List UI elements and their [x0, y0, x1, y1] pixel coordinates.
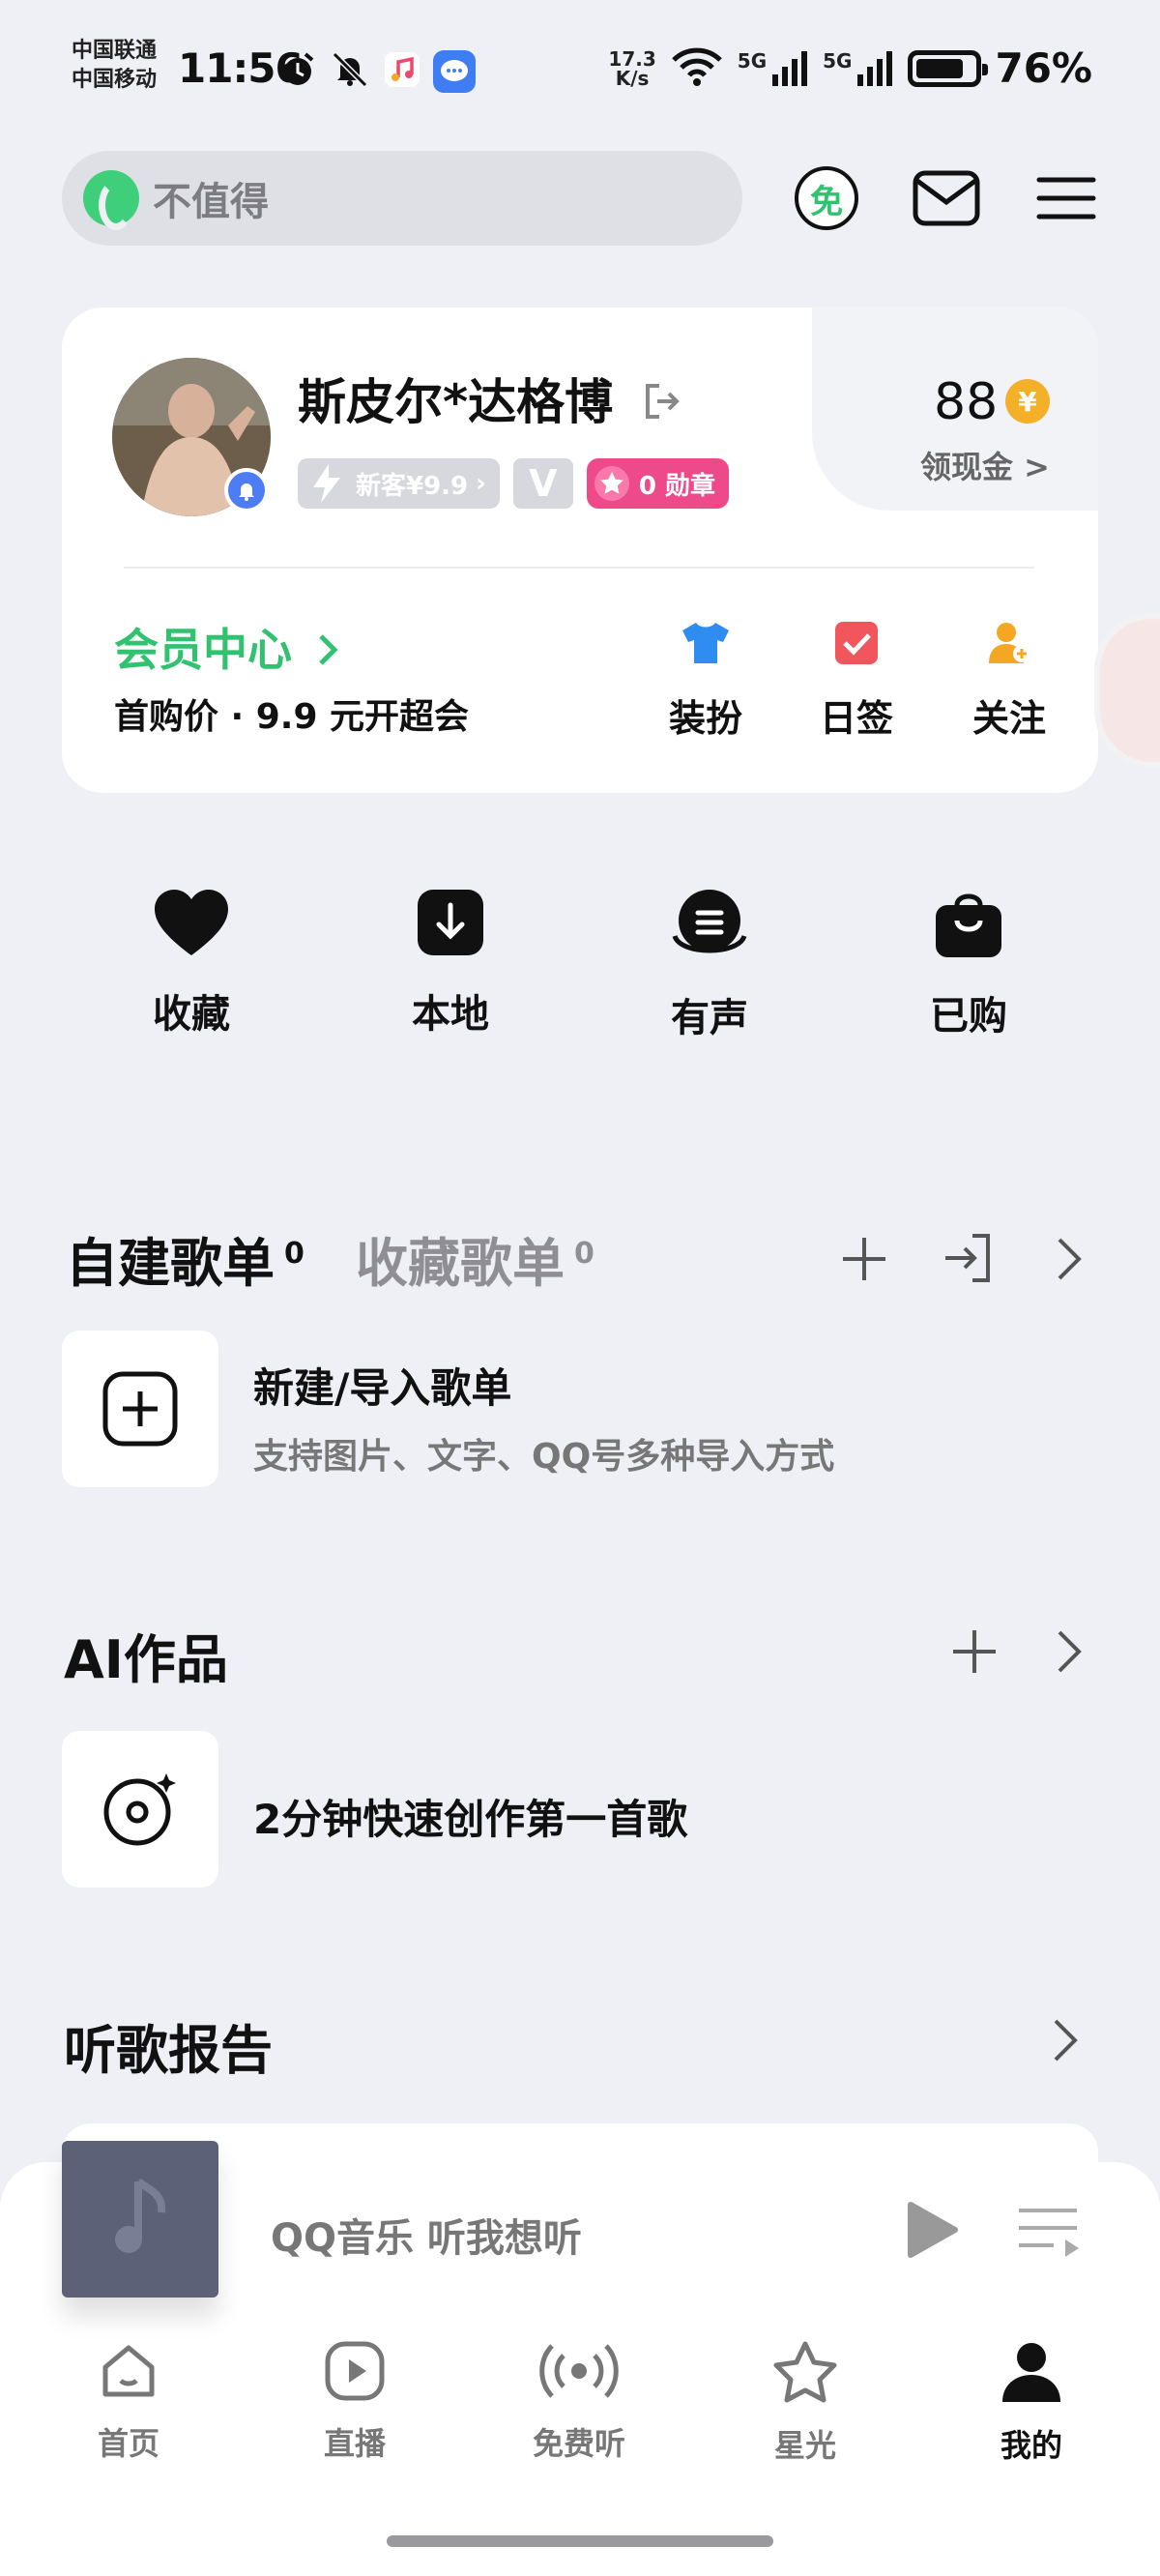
battery-percent: 76% — [995, 44, 1092, 92]
free-mode-button[interactable]: 免 — [791, 162, 862, 234]
add-playlist-icon[interactable] — [837, 1232, 891, 1290]
playlists-more-chevron-icon[interactable] — [1054, 1234, 1085, 1288]
alarm-icon — [278, 50, 317, 89]
card-divider — [124, 567, 1034, 569]
net-speed: 17.3 K/s — [608, 46, 656, 90]
ai-create-tile[interactable] — [62, 1731, 218, 1888]
favorites-button[interactable]: 收藏 — [124, 888, 259, 1039]
vip-level-badge[interactable]: V — [512, 458, 573, 509]
report-chevron-icon[interactable] — [1050, 2015, 1081, 2069]
now-playing-title: QQ音乐 听我想听 — [271, 2216, 582, 2261]
get-cash-link[interactable]: 领现金 > — [920, 443, 1050, 487]
mute-bell-icon — [331, 50, 369, 89]
username[interactable]: 斯皮尔*达格博 — [298, 364, 682, 434]
carrier-info: 中国联通 中国移动 — [72, 37, 157, 95]
dress-up-button[interactable]: 装扮 — [648, 619, 764, 742]
play-icon[interactable] — [905, 2199, 959, 2265]
ai-more-chevron-icon[interactable] — [1054, 1626, 1085, 1681]
playlist-queue-icon[interactable] — [1015, 2205, 1083, 2267]
notification-bell-icon — [224, 468, 269, 512]
daily-sign-button[interactable]: 日签 — [798, 619, 914, 742]
coin-icon: ¥ — [1005, 379, 1050, 424]
chat-app-icon — [433, 50, 476, 93]
floating-widget[interactable] — [1094, 613, 1160, 768]
nav-free-listen[interactable]: 免费听 — [507, 2340, 652, 2464]
carrier-2: 中国移动 — [72, 68, 158, 92]
new-user-badge[interactable]: 新客¥9.9 › — [298, 458, 500, 509]
ai-create-row[interactable]: 2分钟快速创作第一首歌 — [253, 1787, 687, 1846]
tab-collected-playlists[interactable]: 收藏歌单 0 — [356, 1220, 594, 1297]
menu-icon[interactable] — [1030, 162, 1102, 234]
signal-5g-2: 5G — [823, 49, 894, 88]
new-playlist-tile[interactable] — [62, 1331, 218, 1487]
mail-icon[interactable] — [911, 162, 982, 234]
album-art[interactable] — [62, 2141, 218, 2298]
local-music-button[interactable]: 本地 — [383, 888, 518, 1039]
badge-row: 新客¥9.9 › V 0 勋章 — [298, 458, 730, 509]
coins-count[interactable]: 88 — [934, 373, 998, 431]
medal-badge[interactable]: 0 勋章 — [586, 458, 730, 509]
wifi-icon — [670, 44, 724, 92]
vip-center-link[interactable]: 会员中心 — [114, 615, 340, 680]
purchased-button[interactable]: 已购 — [901, 888, 1036, 1040]
status-right: 17.3 K/s 5G 5G 76% — [608, 44, 1092, 92]
listening-report-title[interactable]: 听歌报告 — [64, 2007, 273, 2084]
vip-promo: 首购价 · 9.9 元开超会 — [114, 697, 470, 737]
carrier-1: 中国联通 — [72, 39, 158, 63]
battery-icon — [908, 49, 989, 87]
logout-icon[interactable] — [640, 378, 682, 434]
nav-mine[interactable]: 我的 — [959, 2340, 1104, 2466]
nav-live[interactable]: 直播 — [282, 2340, 427, 2464]
music-app-icon — [383, 50, 421, 89]
new-playlist-row[interactable]: 新建/导入歌单 支持图片、文字、QQ号多种导入方式 — [253, 1356, 834, 1478]
signal-5g-1: 5G — [738, 49, 809, 88]
ai-works-title: AI作品 — [64, 1629, 228, 1690]
chevron-right-icon — [317, 628, 340, 680]
nav-starlight[interactable]: 星光 — [733, 2340, 878, 2466]
app-logo-icon — [83, 170, 139, 230]
free-badge: 免 — [810, 182, 843, 221]
audiobook-button[interactable]: 有声 — [642, 888, 777, 1042]
import-icon[interactable] — [940, 1230, 996, 1290]
nav-home[interactable]: 首页 — [56, 2340, 201, 2464]
home-indicator[interactable] — [387, 2535, 773, 2547]
search-bar[interactable]: 不值得 — [62, 151, 742, 246]
follow-button[interactable]: 关注 — [951, 619, 1067, 742]
search-placeholder: 不值得 — [153, 180, 269, 224]
add-ai-work-icon[interactable] — [947, 1625, 1001, 1683]
tab-created-playlists[interactable]: 自建歌单 0 — [66, 1220, 304, 1297]
